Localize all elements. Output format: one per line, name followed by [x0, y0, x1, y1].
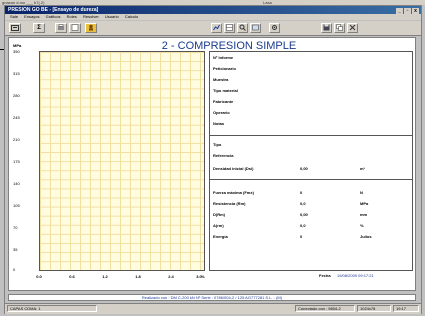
result-value: 0: [300, 234, 303, 239]
title-bar: PRESION GO BE - [Ensayo de dureza] _ ▫ x: [5, 6, 421, 14]
result-unit: MPa: [360, 201, 369, 206]
status-layers: CAPAS CDMA: 1: [7, 305, 97, 312]
menu-calculo[interactable]: Calculo: [125, 14, 138, 19]
info-label: Referencia: [213, 153, 234, 158]
table-icon[interactable]: [224, 23, 235, 33]
date-value: 19/08/2009 09:17:21: [337, 273, 374, 278]
save-icon[interactable]: [321, 23, 332, 33]
x-tick: 2.4: [168, 274, 174, 279]
y-tick: 245: [13, 115, 20, 120]
result-unit: mm: [360, 212, 368, 217]
menu-roles[interactable]: Roles: [67, 14, 77, 19]
result-label: D(Rm): [213, 212, 225, 217]
toolbar: Σ: [5, 21, 421, 36]
status-resolution: 1024x76: [357, 305, 391, 312]
info-label: Notas: [213, 121, 225, 126]
result-label: Resistencia (Rm): [213, 201, 246, 206]
x-tick: 1.2: [102, 274, 108, 279]
settings-icon[interactable]: [269, 23, 280, 33]
copy-icon[interactable]: [334, 23, 345, 33]
report-page: 2 - COMPRESION SIMPLE MPa 350 315 280 24…: [8, 37, 416, 291]
y-tick: 315: [13, 71, 20, 76]
result-unit: Julios: [360, 234, 372, 239]
y-tick: 280: [13, 93, 20, 98]
menu-ensayos[interactable]: Ensayos: [24, 14, 39, 19]
y-tick: 0: [13, 267, 16, 272]
menu-graficos[interactable]: Gráficos: [46, 14, 61, 19]
result-label: Energía: [213, 234, 228, 239]
export-icon[interactable]: [250, 23, 261, 33]
x-tick: 0.0: [36, 274, 42, 279]
info-label: Tipo: [213, 142, 222, 147]
result-unit: N: [360, 190, 363, 195]
graph-icon[interactable]: [211, 23, 222, 33]
equipment-footnote: Realizado con : DM C-200 kN Nº Serie : 0…: [8, 294, 416, 301]
y-tick: 210: [13, 137, 20, 142]
x-tick: 1.8: [135, 274, 141, 279]
status-clock: 19:17: [393, 305, 419, 312]
menu-bar: Sale Ensayos Gráficos Roles Resolver Usu…: [5, 14, 421, 20]
y-tick: 350: [13, 49, 20, 54]
info-label: Fabricante: [213, 99, 234, 104]
x-tick: 0.6: [69, 274, 75, 279]
y-tick: 35: [13, 247, 18, 252]
result-unit: %: [360, 223, 364, 228]
density-label: Densidad inicial (Dsi): [213, 166, 254, 171]
result-label: A(rm): [213, 223, 224, 228]
info-label: Tipo material: [213, 88, 238, 93]
info-label: Peticionario: [213, 66, 236, 71]
open-icon[interactable]: [9, 23, 21, 33]
print-icon[interactable]: [55, 23, 67, 33]
result-label: Fuerza máxima (Fmx): [213, 190, 254, 195]
y-tick: 140: [13, 181, 20, 186]
info-section-sample: Nº Informe Peticionario Muestra Tipo mat…: [210, 52, 412, 136]
date-label: Fecha: [319, 273, 331, 278]
user-icon[interactable]: [85, 23, 97, 33]
y-tick: 105: [13, 203, 20, 208]
date-row: Fecha 19/08/2009 09:17:21: [209, 273, 413, 279]
info-panel: Nº Informe Peticionario Muestra Tipo mat…: [209, 51, 413, 271]
info-label: Muestra: [213, 77, 229, 82]
plot-area: [39, 51, 205, 271]
menu-usuario[interactable]: Usuario: [105, 14, 119, 19]
result-value: 0,0: [300, 201, 306, 206]
density-value: 0,00: [300, 166, 308, 171]
status-connection: Conectado con : 9804-2: [295, 305, 355, 312]
density-unit: m³: [360, 166, 365, 171]
y-tick: 70: [13, 225, 18, 230]
info-label: Nº Informe: [213, 55, 234, 60]
result-value: 0: [300, 190, 303, 195]
result-value: 0,0: [300, 223, 306, 228]
preview-icon[interactable]: [69, 23, 81, 33]
delete-icon[interactable]: [347, 23, 358, 33]
sum-button[interactable]: Σ: [33, 23, 45, 33]
window-title: PRESION GO BE - [Ensayo de dureza]: [8, 7, 99, 13]
info-label: Operario: [213, 110, 230, 115]
y-axis-unit: MPa: [13, 43, 22, 48]
status-bar: CAPAS CDMA: 1 Conectado con : 9804-2 102…: [5, 303, 421, 314]
info-section-results: Fuerza máxima (Fmx) 0 N Resistencia (Rm)…: [210, 180, 412, 272]
zoom-icon[interactable]: [237, 23, 248, 33]
info-section-type: Tipo Referencia Densidad inicial (Dsi) 0…: [210, 136, 412, 180]
y-tick: 175: [13, 159, 20, 164]
menu-resolver[interactable]: Resolver: [83, 14, 99, 19]
menu-sale[interactable]: Sale: [10, 14, 18, 19]
result-value: 0,00: [300, 212, 308, 217]
app-window: PRESION GO BE - [Ensayo de dureza] _ ▫ x S…: [4, 5, 422, 314]
